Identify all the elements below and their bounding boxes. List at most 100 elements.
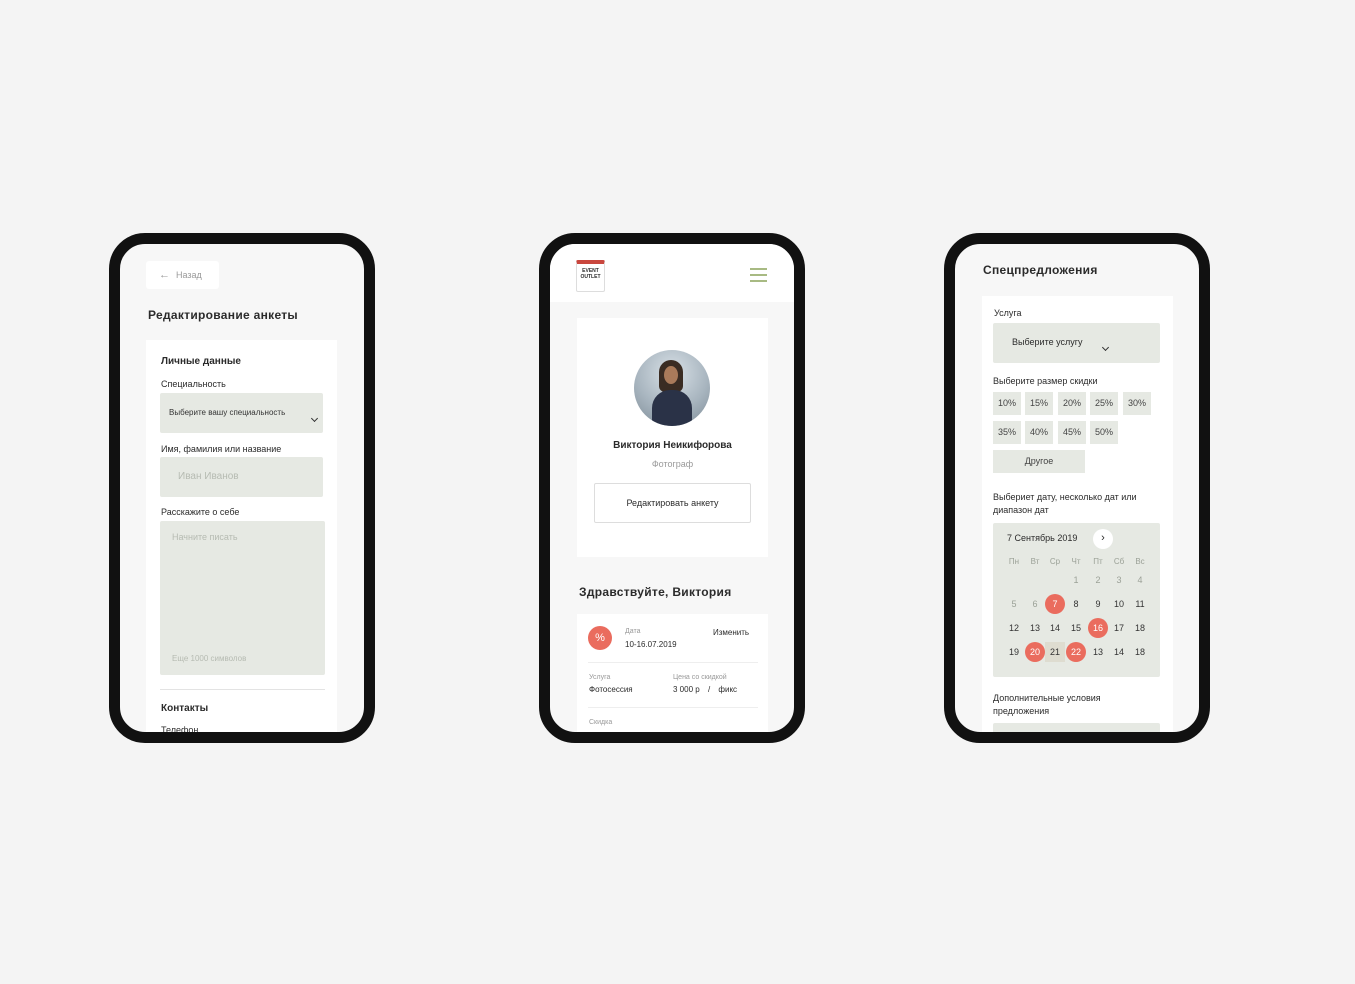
calendar-day[interactable]: 14 xyxy=(1109,642,1129,662)
calendar-day[interactable]: 7 xyxy=(1045,594,1065,614)
service-label: Услуга xyxy=(994,308,1022,318)
calendar-day[interactable]: 21 xyxy=(1045,642,1065,662)
discount-option[interactable]: 40% xyxy=(1025,421,1053,444)
menu-icon[interactable] xyxy=(750,268,767,286)
discount-option[interactable]: 45% xyxy=(1058,421,1086,444)
chevron-down-icon xyxy=(1101,343,1110,352)
calendar-day[interactable]: 15 xyxy=(1066,618,1086,638)
service-label: Услуга xyxy=(589,674,611,681)
form-card: Личные данные Специальность Выберите ваш… xyxy=(146,340,337,735)
name-input[interactable]: Иван Иванов xyxy=(160,457,323,497)
date-label-line2: диапазон дат xyxy=(993,505,1049,515)
calendar-day[interactable]: 8 xyxy=(1066,594,1086,614)
discount-option[interactable]: 50% xyxy=(1090,421,1118,444)
extra-conditions-input[interactable] xyxy=(993,723,1160,732)
calendar-day[interactable]: 12 xyxy=(1004,618,1024,638)
specialty-select-value: Выберите вашу специальность xyxy=(169,408,286,417)
divider xyxy=(588,662,758,663)
extra-label-line1: Дополнительные условия xyxy=(993,693,1101,703)
calendar-day[interactable]: 1 xyxy=(1066,570,1086,590)
calendar-day[interactable]: 9 xyxy=(1088,594,1108,614)
discount-option[interactable]: 35% xyxy=(993,421,1021,444)
calendar-day[interactable]: 20 xyxy=(1025,642,1045,662)
calendar-day[interactable]: 6 xyxy=(1025,594,1045,614)
discount-option[interactable]: 30% xyxy=(1123,392,1151,415)
edit-profile-button[interactable]: Редактировать анкету xyxy=(594,483,751,523)
profile-name: Виктория Неикифорова xyxy=(613,440,732,451)
about-char-hint: Еще 1000 символов xyxy=(172,654,247,663)
calendar-day[interactable]: 18 xyxy=(1130,618,1150,638)
calendar-day[interactable]: 3 xyxy=(1109,570,1129,590)
phone-special-offers: Спецпредложения Услуга Выберите услугу В… xyxy=(944,233,1210,743)
service-select[interactable]: Выберите услугу xyxy=(993,323,1160,363)
profile-role: Фотограф xyxy=(651,459,694,469)
calendar-day[interactable]: 4 xyxy=(1130,570,1150,590)
arrow-left-icon: ← xyxy=(159,269,170,281)
offer-form-card: Услуга Выберите услугу Выберите размер с… xyxy=(982,296,1173,732)
specialty-select[interactable]: Выберите вашу специальность xyxy=(160,393,323,433)
calendar-day[interactable]: 10 xyxy=(1109,594,1129,614)
calendar-day[interactable]: 2 xyxy=(1088,570,1108,590)
back-label: Назад xyxy=(176,270,202,280)
discount-icon: % xyxy=(588,626,612,650)
discount-option[interactable]: 15% xyxy=(1025,392,1053,415)
calendar-month: 7 Сентябрь 2019 xyxy=(1007,533,1078,543)
offer-card[interactable]: % Дата 10-16.07.2019 Изменить Услуга Фот… xyxy=(577,614,768,732)
chevron-right-icon[interactable]: › xyxy=(1093,529,1113,549)
calendar-day[interactable]: 16 xyxy=(1088,618,1108,638)
about-label: Расскажите о себе xyxy=(161,507,240,517)
divider xyxy=(160,689,325,690)
page-title: Спецпредложения xyxy=(983,263,1098,277)
weekday-label: Пн xyxy=(1008,557,1020,566)
page-title: Редактирование анкеты xyxy=(148,308,298,322)
discount-option[interactable]: 10% xyxy=(993,392,1021,415)
weekday-label: Ср xyxy=(1049,557,1061,566)
date-value: 10-16.07.2019 xyxy=(625,640,677,649)
specialty-label: Специальность xyxy=(161,379,226,389)
price-type: фикс xyxy=(718,685,738,694)
divider xyxy=(588,707,758,708)
weekday-label: Вт xyxy=(1030,557,1040,566)
about-textarea[interactable]: Начните писать Еще 1000 символов xyxy=(160,521,325,675)
calendar-day[interactable]: 11 xyxy=(1130,594,1150,614)
phone-label: Телефон xyxy=(161,725,199,735)
price-value: 3 000 р xyxy=(673,685,700,694)
date-label: Дата xyxy=(625,628,641,635)
calendar-day[interactable]: 5 xyxy=(1004,594,1024,614)
calendar-day[interactable]: 17 xyxy=(1109,618,1129,638)
weekday-label: Вс xyxy=(1135,557,1145,566)
name-placeholder: Иван Иванов xyxy=(178,471,239,482)
edit-profile-label: Редактировать анкету xyxy=(626,498,719,508)
discount-option[interactable]: 25% xyxy=(1090,392,1118,415)
calendar-day[interactable]: 14 xyxy=(1045,618,1065,638)
price-label: Цена со скидкой xyxy=(673,674,727,681)
logo[interactable]: EVENT OUTLET xyxy=(576,260,605,292)
calendar-day[interactable]: 22 xyxy=(1066,642,1086,662)
person-face xyxy=(664,366,678,384)
calendar-day[interactable]: 13 xyxy=(1088,642,1108,662)
price-separator: / xyxy=(707,685,711,694)
chevron-down-icon xyxy=(310,414,319,423)
service-value: Фотосессия xyxy=(589,685,633,694)
weekday-label: Чт xyxy=(1071,557,1081,566)
discount-option[interactable]: 20% xyxy=(1058,392,1086,415)
discount-other-button[interactable]: Другое xyxy=(993,450,1085,473)
phone-profile: EVENT OUTLET Виктория Неикифорова Фотогр… xyxy=(539,233,805,743)
service-select-value: Выберите услугу xyxy=(1012,337,1083,347)
change-link[interactable]: Изменить xyxy=(713,628,749,637)
avatar xyxy=(634,350,710,426)
calendar-day[interactable]: 19 xyxy=(1004,642,1024,662)
price-row: 3 000 р / фикс xyxy=(673,685,737,694)
weekday-label: Пт xyxy=(1093,557,1103,566)
section-contacts: Контакты xyxy=(161,703,209,714)
person-body xyxy=(652,390,692,426)
discount-label: Скидка xyxy=(589,719,613,726)
profile-card: Виктория Неикифорова Фотограф Редактиров… xyxy=(577,318,768,557)
discount-size-label: Выберите размер скидки xyxy=(993,376,1098,386)
extra-label-line2: предложения xyxy=(993,706,1050,716)
back-button[interactable]: ← Назад xyxy=(146,261,219,289)
calendar-day[interactable]: 18 xyxy=(1130,642,1150,662)
phone-edit-profile: ← Назад Редактирование анкеты Личные дан… xyxy=(109,233,375,743)
calendar-day[interactable]: 13 xyxy=(1025,618,1045,638)
section-personal: Личные данные xyxy=(161,356,241,367)
